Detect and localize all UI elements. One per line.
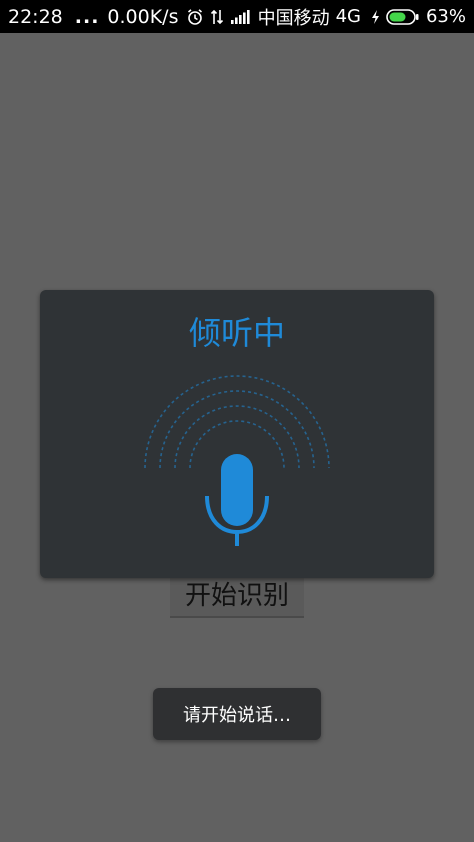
listening-dialog: 倾听中	[40, 290, 434, 578]
status-network-speed: 0.00K/s	[107, 5, 179, 28]
data-transfer-icon	[210, 8, 224, 26]
status-time: 22:28	[8, 5, 63, 28]
toast-message: 请开始说话…	[153, 688, 321, 740]
status-battery-percent: 63%	[425, 6, 466, 27]
mic-area[interactable]	[137, 368, 337, 568]
status-more-dots: ...	[74, 5, 100, 28]
signal-icon	[230, 9, 250, 25]
status-network-type: 4G	[335, 6, 361, 27]
status-left: 22:28 ... 0.00K/s	[0, 6, 179, 28]
charging-icon	[371, 9, 380, 25]
status-right: 中国移动 4G 63%	[180, 4, 474, 30]
microphone-icon	[205, 454, 269, 546]
alarm-icon	[186, 8, 204, 26]
app-screen: 22:28 ... 0.00K/s 中国移动 4G 63% 开始识别 倾听中 请…	[0, 0, 474, 842]
dialog-title: 倾听中	[188, 314, 285, 352]
status-carrier: 中国移动	[257, 7, 330, 29]
battery-icon	[386, 8, 420, 26]
status-bar: 22:28 ... 0.00K/s 中国移动 4G 63%	[0, 0, 474, 33]
sound-wave-rings	[144, 375, 330, 546]
